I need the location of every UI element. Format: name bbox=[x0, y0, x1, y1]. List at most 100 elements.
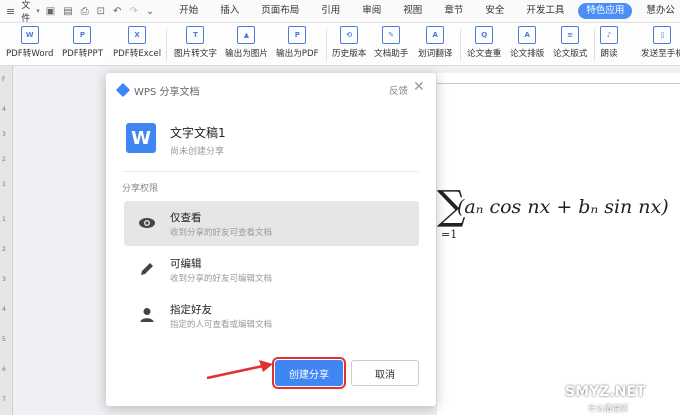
watermark-sub: 什么值得买 bbox=[588, 404, 628, 413]
ribbon-button-label: 输出为PDF bbox=[276, 49, 319, 59]
cancel-button[interactable]: 取消 bbox=[351, 360, 419, 386]
ribbon-button[interactable]: W PDF转Word bbox=[6, 26, 53, 59]
ribbon-button[interactable]: A 论文排版 bbox=[510, 26, 544, 59]
more-icon[interactable]: ⌄ bbox=[146, 6, 154, 17]
ribbon-button-icon: P bbox=[73, 26, 92, 44]
permission-label: 分享权限 bbox=[122, 184, 159, 194]
create-share-button[interactable]: 创建分享 bbox=[272, 357, 346, 389]
print-preview-icon[interactable]: ▤ bbox=[63, 6, 72, 17]
ribbon-button-label: PDF转Excel bbox=[113, 49, 162, 59]
ribbon-button-icon: T bbox=[186, 26, 205, 44]
ribbon-button-icon: A bbox=[518, 26, 537, 44]
person-icon bbox=[138, 306, 156, 324]
menu-tab[interactable]: 视图 bbox=[392, 0, 433, 22]
export-icon[interactable]: ⊡ bbox=[97, 6, 105, 17]
ribbon-button[interactable]: P PDF转PPT bbox=[62, 26, 103, 59]
eye-icon bbox=[138, 214, 156, 232]
watermark: SMYZ.NET bbox=[565, 384, 646, 400]
ribbon-button[interactable]: ✎ 文档助手 bbox=[374, 26, 408, 59]
math-formula: ∑ (aₙ cos nx + bₙ sin nx) =1 bbox=[437, 178, 680, 248]
undo-icon[interactable]: ↶ bbox=[113, 6, 121, 17]
option-subtitle: 收到分享的好友可编辑文档 bbox=[170, 274, 273, 284]
word-doc-icon: W bbox=[126, 123, 156, 153]
ribbon-button-icon: ▯ bbox=[653, 26, 672, 44]
menu-tab[interactable]: 引用 bbox=[310, 0, 351, 22]
ribbon-button[interactable]: ≡ 论文版式 bbox=[553, 26, 587, 59]
ribbon-button-icon: X bbox=[128, 26, 147, 44]
close-icon[interactable]: ✕ bbox=[413, 79, 425, 95]
pencil-icon bbox=[138, 260, 156, 278]
ribbon-separator bbox=[326, 29, 327, 61]
menu-tab[interactable]: 审阅 bbox=[351, 0, 392, 22]
summation-lower-bound: =1 bbox=[441, 228, 458, 241]
ribbon-button-icon: Q bbox=[475, 26, 494, 44]
ribbon-button-label: 划词翻译 bbox=[418, 49, 453, 59]
ribbon-separator bbox=[460, 29, 461, 61]
menu-tab[interactable]: 特色应用 bbox=[578, 3, 633, 19]
print-icon[interactable]: ⎙ bbox=[81, 6, 89, 17]
document-page[interactable] bbox=[437, 84, 680, 415]
ribbon-button-icon: ♪ bbox=[600, 26, 618, 44]
ribbon-button-label: 图片转文字 bbox=[174, 49, 217, 59]
ribbon-separator bbox=[594, 29, 595, 61]
ribbon-button[interactable]: X PDF转Excel bbox=[113, 26, 161, 59]
ribbon-button-label: 历史版本 bbox=[332, 49, 367, 59]
menu-tab[interactable]: 章节 bbox=[433, 0, 474, 22]
formula-expression: (aₙ cos nx + bₙ sin nx) bbox=[457, 196, 669, 218]
dialog-header: WPS 分享文档 反馈 ✕ bbox=[106, 73, 436, 107]
ribbon-button[interactable]: T 图片转文字 bbox=[174, 26, 217, 59]
save-icon[interactable]: ▣ bbox=[46, 6, 55, 17]
ribbon-button-label: 论文版式 bbox=[553, 49, 588, 59]
ribbon-button-label: PDF转Word bbox=[6, 49, 54, 59]
red-arrow-annotation bbox=[206, 360, 273, 380]
option-subtitle: 收到分享的好友可查看文档 bbox=[170, 228, 273, 238]
option-specific-friends[interactable]: 指定好友 指定的人可查看或编辑文档 bbox=[124, 293, 419, 338]
ribbon-button-label: 输出为图片 bbox=[225, 49, 268, 59]
menu-tab[interactable]: 开发工具 bbox=[515, 0, 575, 22]
feedback-link[interactable]: 反馈 bbox=[389, 83, 408, 97]
share-status: 尚未创建分享 bbox=[170, 147, 225, 157]
option-title: 仅查看 bbox=[170, 212, 202, 224]
document-name: 文字文稿1 bbox=[170, 126, 226, 140]
ribbon-button-icon: W bbox=[20, 26, 39, 44]
ribbon-button-label: 论文排版 bbox=[510, 49, 545, 59]
ribbon-separator bbox=[166, 29, 167, 61]
redo-icon[interactable]: ↷ bbox=[129, 6, 137, 17]
ribbon-button[interactable]: ⟲ 历史版本 bbox=[332, 26, 366, 59]
ribbon-button-label: PDF转PPT bbox=[62, 49, 103, 59]
ribbon-button[interactable]: A 划词翻译 bbox=[418, 26, 452, 59]
dialog-title: WPS 分享文档 bbox=[134, 87, 200, 98]
ribbon-button-icon: P bbox=[288, 26, 307, 44]
ribbon-button[interactable]: ♪ 朗读 bbox=[600, 26, 618, 59]
option-subtitle: 指定的人可查看或编辑文档 bbox=[170, 320, 273, 330]
ribbon-button-icon: ⟲ bbox=[340, 26, 359, 44]
ribbon-button-label: 朗读 bbox=[600, 49, 618, 59]
menu-tab[interactable]: 安全 bbox=[474, 0, 515, 22]
menu-tab[interactable]: 插入 bbox=[209, 0, 250, 22]
divider bbox=[122, 171, 420, 172]
menu-tabs: 开始 插入 页面布局 引用 审阅 视图 章节 安全 开发工具 特色应用 慧办公 bbox=[168, 0, 680, 22]
ribbon-button-label: 论文查重 bbox=[467, 49, 502, 59]
menu-bar: ≡ 文件 ▾ ▣ ▤ ⎙ ⊡ ↶ ↷ ⌄ 开始 插入 页面布局 引用 审阅 视图 章节 安全开… bbox=[0, 0, 680, 24]
ribbon-button[interactable]: ▲ 输出为图片 bbox=[225, 26, 268, 59]
horizontal-ruler bbox=[437, 73, 680, 84]
ribbon-button-icon: ✎ bbox=[382, 26, 401, 44]
ribbon-button[interactable]: P 输出为PDF bbox=[276, 26, 319, 59]
file-menu[interactable]: 文件 bbox=[21, 0, 30, 24]
menu-tab[interactable]: 页面布局 bbox=[250, 0, 310, 22]
vertical-ruler: F 4 3 2 1 1 2 3 4 5 6 7 bbox=[0, 66, 13, 415]
menu-tab[interactable]: 开始 bbox=[168, 0, 209, 22]
menu-tab[interactable]: 慧办公 bbox=[635, 0, 680, 22]
option-title: 指定好友 bbox=[170, 304, 212, 316]
chevron-down-icon: ▾ bbox=[36, 7, 40, 15]
ribbon-button-label: 发送至手机 bbox=[641, 49, 680, 59]
hamburger-icon[interactable]: ≡ bbox=[6, 5, 15, 18]
option-view-only[interactable]: 仅查看 收到分享的好友可查看文档 bbox=[124, 201, 419, 246]
ribbon-button[interactable]: ▯ 发送至手机 bbox=[641, 26, 680, 59]
wps-logo-icon bbox=[115, 82, 131, 98]
option-editable[interactable]: 可编辑 收到分享的好友可编辑文档 bbox=[124, 247, 419, 292]
ribbon-button[interactable]: Q 论文查重 bbox=[467, 26, 501, 59]
option-title: 可编辑 bbox=[170, 258, 202, 270]
ribbon-button-icon: A bbox=[426, 26, 445, 44]
ribbon-toolbar: W PDF转Word P PDF转PPT X PDF转Excel T 图片转文字 ▲ 输出为图片 P… bbox=[0, 23, 680, 66]
